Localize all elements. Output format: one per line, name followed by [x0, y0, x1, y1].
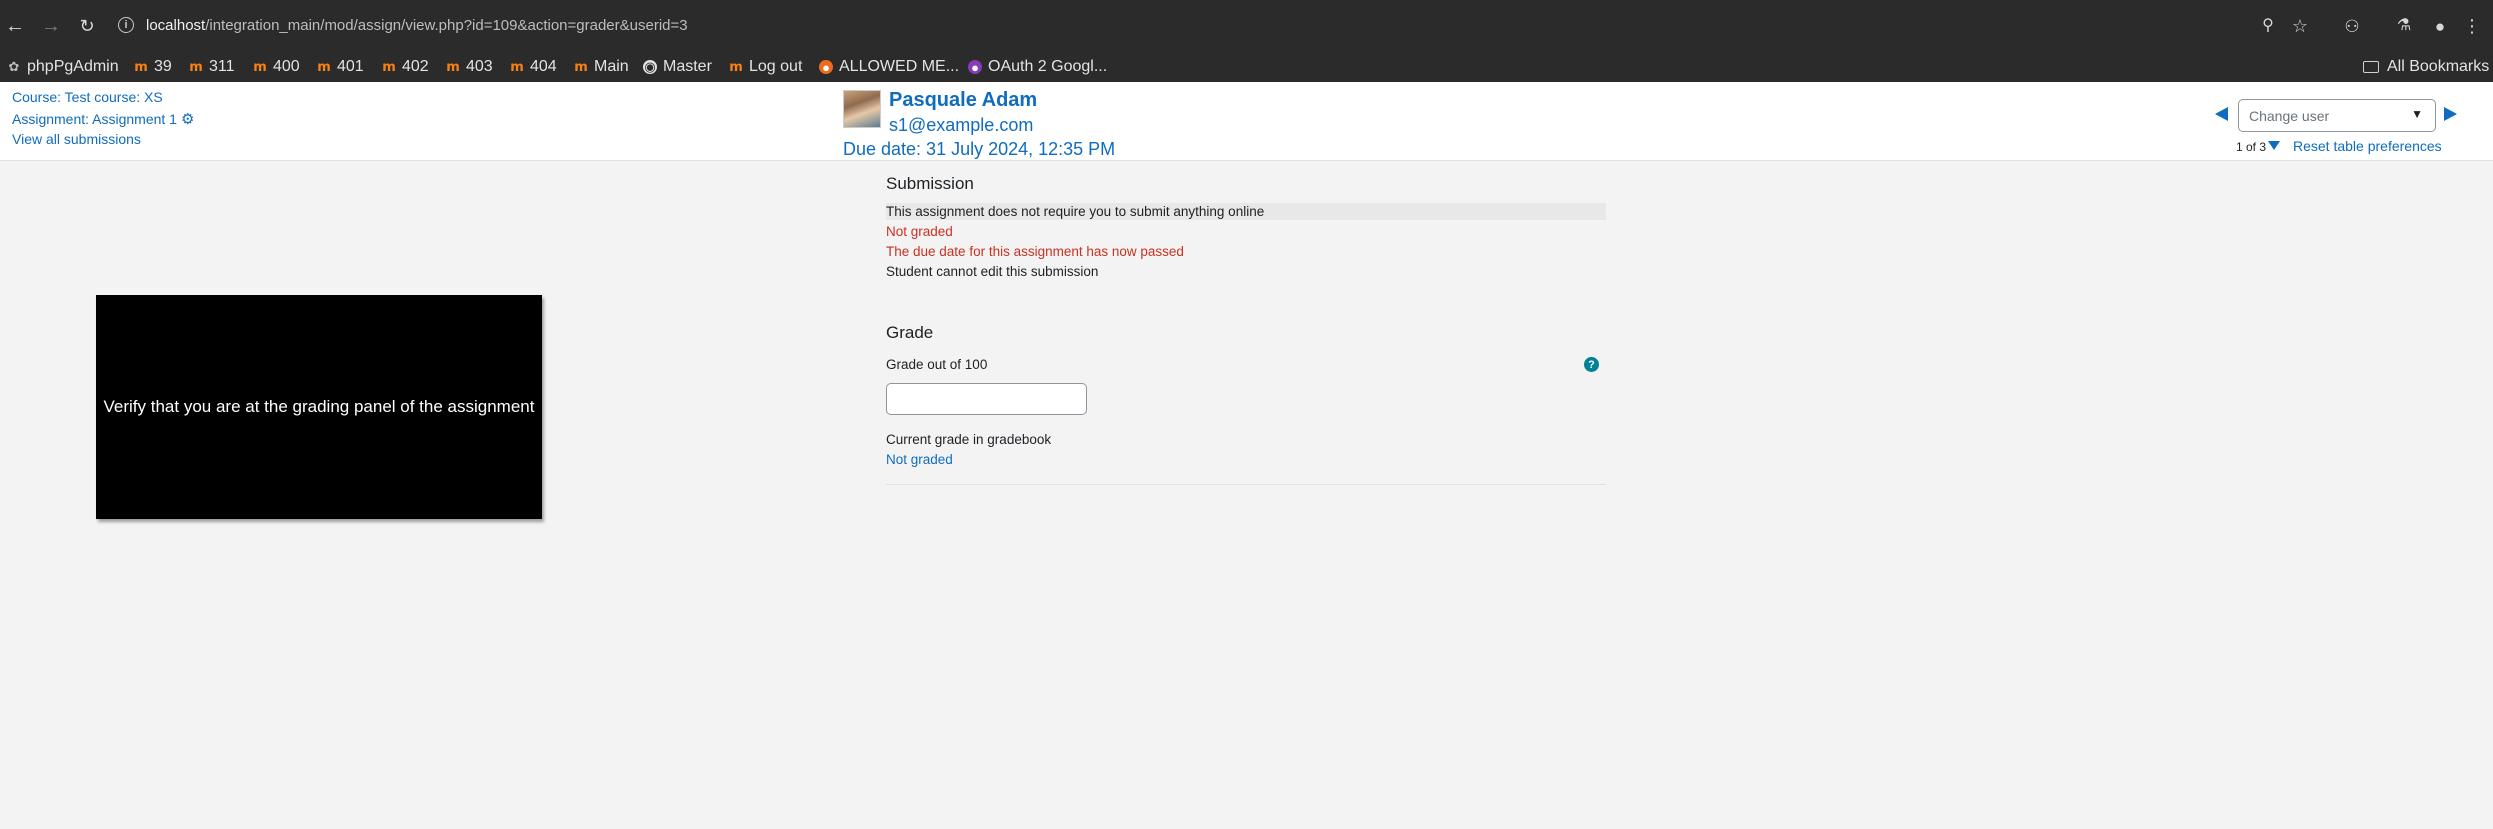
avatar[interactable]: [843, 90, 881, 128]
site-info-icon[interactable]: i: [118, 17, 134, 33]
bookmark-item[interactable]: ✿ phpPgAdmin: [7, 52, 119, 82]
moodle-icon: m: [729, 59, 743, 75]
user-name[interactable]: Pasquale Adam: [889, 89, 1037, 112]
globe-icon: ◉: [643, 59, 657, 74]
submission-heading: Submission: [886, 174, 974, 193]
section-divider: [886, 484, 1606, 485]
bookmark-item[interactable]: m 39: [134, 52, 172, 82]
edit-status: Student cannot edit this submission: [886, 263, 1606, 280]
zoom-icon[interactable]: ⚲: [2255, 13, 2281, 39]
due-date: Due date: 31 July 2024, 12:35 PM: [843, 139, 1116, 159]
grade-out-of-label: Grade out of 100: [886, 356, 1606, 373]
bookmark-item[interactable]: m 400: [253, 52, 300, 82]
bookmark-label: 39: [154, 58, 172, 75]
menu-kebab-icon[interactable]: ⋮: [2459, 13, 2485, 39]
moodle-icon: m: [189, 59, 203, 75]
submission-online-text: This assignment does not require you to …: [886, 203, 1606, 220]
folder-icon: [2363, 61, 2379, 73]
moodle-icon: m: [382, 59, 396, 75]
moodle-icon: m: [134, 59, 148, 75]
bookmark-label: Master: [663, 58, 712, 75]
all-bookmarks-label: All Bookmarks: [2387, 58, 2490, 75]
bookmark-item[interactable]: m 402: [382, 52, 429, 82]
reset-table-preferences-link[interactable]: Reset table preferences: [2293, 138, 2442, 154]
change-user-select[interactable]: Change user ▼: [2238, 99, 2436, 132]
previous-user-icon[interactable]: [2215, 107, 2228, 121]
bookmark-item[interactable]: m 401: [317, 52, 364, 82]
filter-icon[interactable]: [2268, 141, 2280, 150]
submission-online-label: This assignment does not require you to …: [886, 204, 1265, 219]
next-user-icon[interactable]: [2444, 107, 2457, 121]
overlay-text: Verify that you are at the grading panel…: [103, 397, 535, 416]
extensions-icon[interactable]: ⚇: [2339, 13, 2365, 39]
user-email[interactable]: s1@example.com: [889, 115, 1033, 136]
moodle-icon: m: [253, 59, 267, 75]
bookmark-item[interactable]: m 311: [189, 52, 235, 82]
purple-circle-icon: ●: [968, 60, 982, 75]
assignment-link[interactable]: Assignment: Assignment 1: [12, 111, 177, 127]
bookmark-item[interactable]: ◉ Master: [643, 52, 712, 82]
bookmark-label: 311: [209, 58, 235, 75]
course-link[interactable]: Course: Test course: XS: [12, 89, 163, 105]
bookmark-item[interactable]: m 403: [446, 52, 493, 82]
help-icon[interactable]: ?: [1584, 357, 1599, 372]
grade-heading: Grade: [886, 323, 934, 342]
bookmark-item[interactable]: ● OAuth 2 Googl...: [968, 52, 1107, 82]
change-user-placeholder: Change user: [2249, 107, 2330, 124]
reload-icon[interactable]: ↻: [74, 13, 100, 39]
grade-out-of-text: Grade out of 100: [886, 357, 988, 372]
bookmark-label: OAuth 2 Googl...: [988, 58, 1108, 75]
url-path: /integration_main/mod/assign/view.php?id…: [205, 16, 688, 34]
back-icon[interactable]: ←: [2, 13, 28, 39]
assignment-link-row: Assignment: Assignment 1 ⚙: [12, 110, 194, 128]
profile-icon[interactable]: ●: [2427, 13, 2453, 39]
bookmark-label: 401: [337, 58, 364, 75]
labs-flask-icon[interactable]: ⚗: [2391, 13, 2417, 39]
chevron-down-icon: ▼: [2411, 107, 2423, 121]
forward-icon[interactable]: →: [38, 13, 64, 39]
view-all-submissions-link[interactable]: View all submissions: [12, 131, 141, 147]
grading-status: Not graded: [886, 223, 1606, 240]
current-grade-label: Current grade in gradebook: [886, 431, 1606, 448]
browser-toolbar: ← → ↻ i localhost/integration_main/mod/a…: [0, 0, 2493, 52]
elephant-icon: ✿: [8, 59, 20, 74]
grading-status-label: Not graded: [886, 224, 953, 239]
bookmark-label: 404: [530, 58, 557, 75]
moodle-icon: m: [317, 59, 331, 75]
gear-icon[interactable]: ⚙: [181, 110, 194, 128]
bookmark-item[interactable]: ● ALLOWED ME...: [819, 52, 959, 82]
current-grade-text: Current grade in gradebook: [886, 432, 1052, 447]
address-bar[interactable]: i localhost/integration_main/mod/assign/…: [118, 9, 2298, 41]
bookmark-item[interactable]: m Main: [574, 52, 629, 82]
grade-input[interactable]: [886, 383, 1087, 415]
moodle-icon: m: [574, 59, 588, 75]
bookmark-star-icon[interactable]: ☆: [2287, 13, 2313, 39]
bookmark-item[interactable]: m Log out: [729, 52, 802, 82]
bookmark-label: ALLOWED ME...: [839, 58, 960, 75]
bookmark-label: 400: [273, 58, 300, 75]
bookmark-label: Main: [594, 58, 629, 75]
moodle-icon: m: [510, 59, 524, 75]
grader-header: [0, 82, 2493, 161]
bookmark-label: Log out: [749, 58, 803, 75]
user-count: 1 of 3: [2236, 140, 2267, 154]
current-grade-link[interactable]: Not graded: [886, 452, 953, 467]
current-grade-value: Not graded: [886, 451, 1606, 468]
url-host: localhost: [146, 16, 206, 34]
bookmark-label: phpPgAdmin: [27, 58, 119, 75]
all-bookmarks[interactable]: All Bookmarks: [2363, 52, 2489, 82]
edit-status-label: Student cannot edit this submission: [886, 264, 1099, 279]
due-date-passed: The due date for this assignment has now…: [886, 243, 1606, 260]
bookmark-label: 402: [402, 58, 429, 75]
due-date-passed-label: The due date for this assignment has now…: [886, 244, 1184, 259]
orange-circle-icon: ●: [819, 60, 833, 75]
instruction-overlay: Verify that you are at the grading panel…: [96, 295, 542, 519]
bookmark-item[interactable]: m 404: [510, 52, 557, 82]
bookmark-label: 403: [466, 58, 493, 75]
bookmarks-bar: ✿ phpPgAdmin m 39 m 311 m 400 m 401 m 40…: [0, 52, 2493, 82]
moodle-icon: m: [446, 59, 460, 75]
